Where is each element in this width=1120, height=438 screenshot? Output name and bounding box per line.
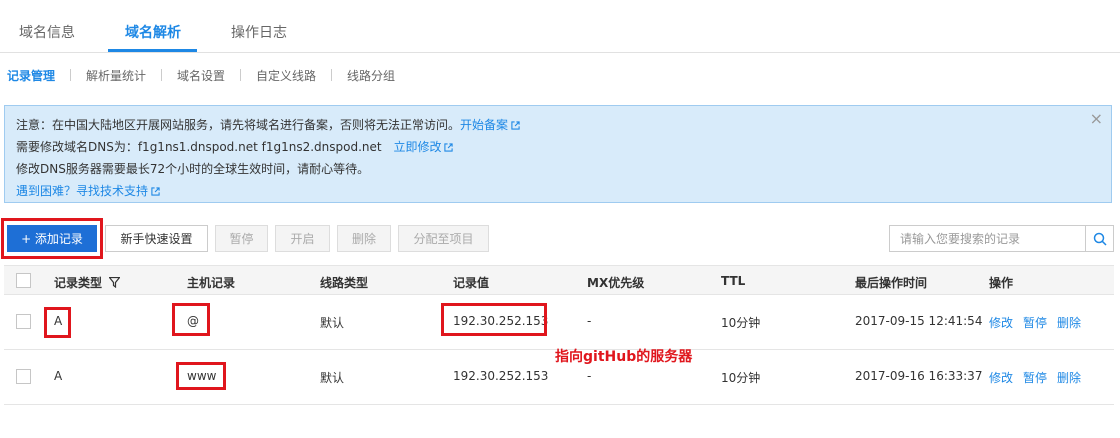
external-link-icon (444, 143, 454, 152)
notice-line-filing: 注意：在中国大陆地区开展网站服务，请先将域名进行备案，否则将无法正常访问。开始备… (16, 116, 520, 133)
header-host-record: 主机记录 (187, 276, 236, 290)
delete-button[interactable]: 删除 (337, 225, 391, 252)
active-tab-indicator (108, 49, 197, 52)
tab-domain-info[interactable]: 域名信息 (19, 22, 75, 42)
subnav-divider (331, 69, 332, 81)
line-type-cell: 默认 (320, 316, 345, 330)
notice-box: 注意：在中国大陆地区开展网站服务，请先将域名进行备案，否则将无法正常访问。开始备… (4, 105, 1112, 203)
external-link-icon (151, 187, 160, 196)
tech-support-link[interactable]: 遇到困难？寻找技术支持 (16, 184, 160, 198)
modify-now-link[interactable]: 立即修改 (393, 140, 454, 154)
row-checkbox[interactable] (16, 314, 31, 329)
table-row: A @ 默认 192.30.252.153 - 10分钟 2017-09-15 … (4, 295, 1114, 350)
external-link-icon (511, 121, 520, 130)
top-tabs: 域名信息 域名解析 操作日志 (0, 0, 1120, 53)
header-ttl: TTL (721, 274, 746, 288)
search-button[interactable] (1085, 226, 1113, 251)
pause-link[interactable]: 暂停 (1023, 314, 1047, 331)
notice-dns-wait-text: 修改DNS服务器需要最长72个小时的全球生效时间，请耐心等待。 (16, 162, 370, 176)
notice-line-dns: 需要修改域名DNS为：f1g1ns1.dnspod.net f1g1ns2.dn… (16, 138, 454, 155)
close-icon[interactable]: × (1090, 111, 1103, 127)
last-modified-cell: 2017-09-16 16:33:37 (855, 369, 983, 383)
subnav-divider (240, 69, 241, 81)
subnav-line-groups[interactable]: 线路分组 (347, 67, 395, 84)
delete-link[interactable]: 删除 (1057, 369, 1081, 386)
quick-setup-button[interactable]: 新手快速设置 (105, 225, 208, 252)
header-record-type: 记录类型 (54, 274, 121, 291)
search-input[interactable] (890, 226, 1086, 251)
subnav-custom-lines[interactable]: 自定义线路 (256, 67, 316, 84)
line-type-cell: 默认 (320, 371, 345, 385)
annotation-text: 指向gitHub的服务器 (555, 349, 693, 365)
ttl-cell: 10分钟 (721, 316, 761, 330)
notice-dns-text: 需要修改域名DNS为：f1g1ns1.dnspod.net f1g1ns2.dn… (16, 140, 382, 154)
tab-domain-resolution[interactable]: 域名解析 (125, 22, 181, 42)
subnav-resolution-stats[interactable]: 解析量统计 (86, 67, 146, 84)
assign-project-button[interactable]: 分配至项目 (398, 225, 489, 252)
header-mx-priority: MX优先级 (587, 276, 645, 290)
highlight-box (176, 362, 226, 390)
subnav-domain-settings[interactable]: 域名设置 (177, 67, 225, 84)
notice-line-support: 遇到困难？寻找技术支持 (16, 182, 160, 199)
record-type-cell: A (54, 369, 63, 383)
search-box (889, 225, 1114, 252)
header-actions: 操作 (989, 276, 1014, 290)
row-checkbox[interactable] (16, 369, 31, 384)
record-value-cell: 192.30.252.153 (453, 369, 549, 383)
enable-button[interactable]: 开启 (275, 225, 330, 252)
start-filing-link[interactable]: 开始备案 (460, 118, 520, 132)
pause-link[interactable]: 暂停 (1023, 369, 1047, 386)
header-last-modified: 最后操作时间 (855, 276, 928, 290)
modify-link[interactable]: 修改 (989, 369, 1013, 386)
filter-icon[interactable] (108, 276, 121, 289)
ttl-cell: 10分钟 (721, 371, 761, 385)
tab-operation-log[interactable]: 操作日志 (231, 22, 287, 42)
last-modified-cell: 2017-09-15 12:41:54 (855, 314, 983, 328)
subnav-divider (161, 69, 162, 81)
table-header: 记录类型 主机记录 线路类型 记录值 MX优先级 TTL 最后操作时间 操作 (4, 265, 1114, 295)
highlight-box (44, 307, 71, 338)
subnav-record-management[interactable]: 记录管理 (7, 67, 55, 84)
delete-link[interactable]: 删除 (1057, 314, 1081, 331)
header-line-type: 线路类型 (320, 276, 369, 290)
subnav-divider (70, 69, 71, 81)
header-record-value: 记录值 (453, 276, 490, 290)
highlight-box (1, 218, 103, 259)
notice-filing-text: 注意：在中国大陆地区开展网站服务，请先将域名进行备案，否则将无法正常访问。 (16, 118, 461, 132)
highlight-box (441, 303, 547, 336)
modify-link[interactable]: 修改 (989, 314, 1013, 331)
pause-button[interactable]: 暂停 (215, 225, 268, 252)
search-icon (1093, 232, 1107, 246)
select-all-checkbox[interactable] (16, 273, 31, 288)
mx-priority-cell: - (587, 369, 592, 383)
mx-priority-cell: - (587, 314, 592, 328)
highlight-box (172, 303, 210, 336)
